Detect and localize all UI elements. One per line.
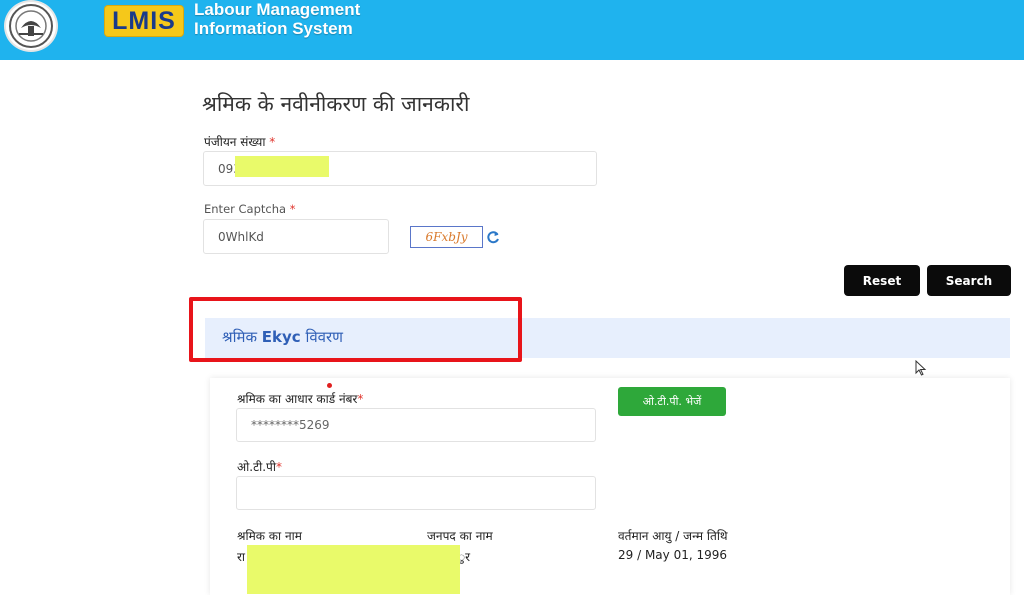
age-dob-value: 29 / May 01, 1996 (618, 548, 728, 562)
aadhaar-label: श्रमिक का आधार कार्ड नंबर* (237, 390, 363, 407)
page-title: श्रमिक के नवीनीकरण की जानकारी (202, 92, 470, 116)
captcha-input-value: 0WhlKd (218, 229, 264, 244)
otp-label: ओ.टी.पी* (237, 458, 282, 475)
state-emblem-icon (4, 0, 58, 52)
required-marker: * (357, 392, 364, 406)
lmis-logo[interactable]: LMIS (104, 5, 184, 37)
brand-line-2: Information System (194, 19, 353, 38)
brand-title: Labour Management Information System (194, 0, 360, 38)
registration-label: पंजीयन संख्या * (204, 133, 275, 150)
worker-name-label: श्रमिक का नाम (237, 529, 302, 543)
captcha-image: 6FxbJy (410, 226, 483, 248)
top-header-bar: LMIS Labour Management Information Syste… (0, 0, 1024, 60)
district-label: जनपद का नाम (427, 529, 493, 543)
age-dob-label: वर्तमान आयु / जन्म तिथि (618, 529, 728, 543)
annotation-highlight-box (189, 297, 522, 362)
mouse-cursor-icon (915, 359, 927, 376)
aadhaar-number-input[interactable]: ********5269 (236, 408, 596, 442)
aadhaar-label-text: श्रमिक का आधार कार्ड नंबर (237, 392, 358, 406)
reset-button[interactable]: Reset (844, 265, 920, 296)
captcha-label-text: Enter Captcha (204, 202, 287, 216)
captcha-label: Enter Captcha * (204, 202, 295, 216)
registration-label-text: पंजीयन संख्या (204, 135, 266, 149)
search-button[interactable]: Search (927, 265, 1011, 296)
annotation-dot (327, 383, 332, 388)
redaction-highlight (235, 156, 329, 177)
required-marker: * (269, 135, 276, 149)
redaction-highlight (247, 545, 460, 594)
aadhaar-number-value: ********5269 (251, 418, 330, 432)
brand-line-1: Labour Management (194, 0, 361, 19)
required-marker: * (276, 460, 282, 474)
captcha-input[interactable]: 0WhlKd (203, 219, 389, 254)
worker-name-value: रा (237, 550, 246, 564)
otp-label-text: ओ.टी.पी (237, 460, 276, 474)
otp-input[interactable] (236, 476, 596, 510)
send-otp-button[interactable]: ओ.टी.पी. भेजें (618, 387, 726, 416)
required-marker: * (289, 202, 296, 216)
refresh-captcha-icon[interactable] (486, 229, 500, 244)
